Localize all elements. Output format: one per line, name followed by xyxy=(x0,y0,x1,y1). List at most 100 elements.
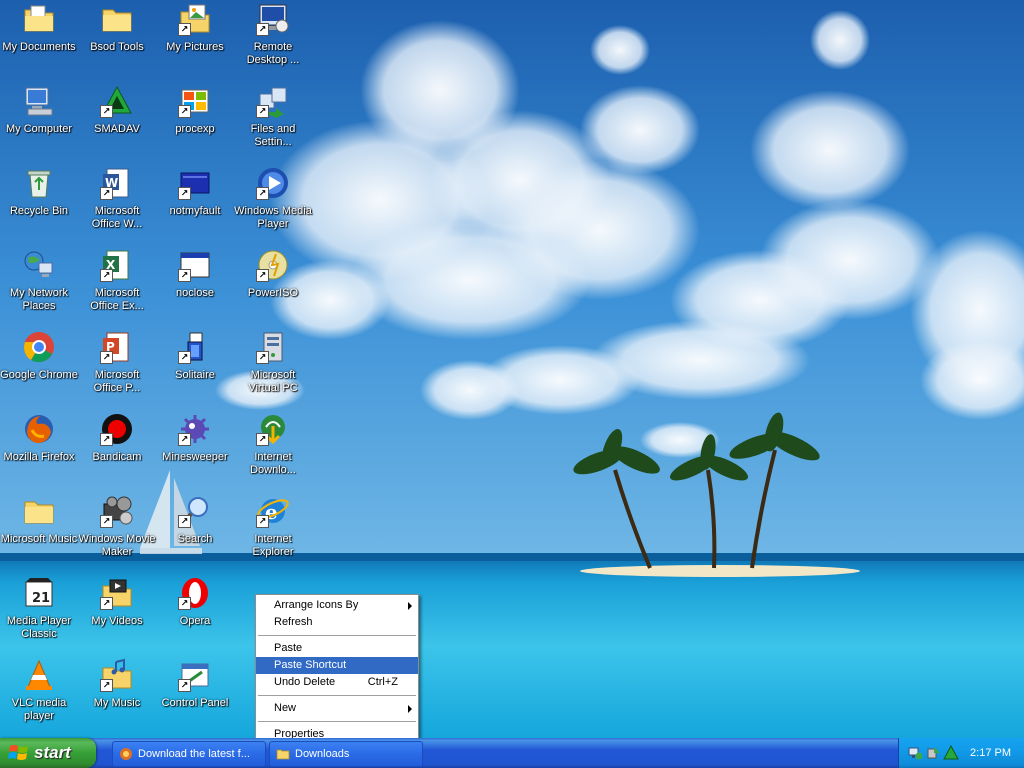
folder-pictures-icon: ↗ xyxy=(178,2,212,36)
desktop-icon-label: My Videos xyxy=(91,615,143,627)
desktop-icon[interactable]: Mozilla Firefox xyxy=(0,410,78,490)
desktop-icon-label: noclose xyxy=(176,287,214,299)
shortcut-arrow-icon: ↗ xyxy=(100,597,113,610)
windows-flag-icon xyxy=(8,745,28,760)
desktop-icon[interactable]: 21 Media Player Classic xyxy=(0,574,78,654)
desktop-icon-label: Mozilla Firefox xyxy=(3,451,75,463)
desktop-icon[interactable]: ↗ Internet Downlo... xyxy=(234,410,312,490)
desktop-icon-label: Search xyxy=(177,533,213,545)
desktop-icon[interactable]: X ↗ Microsoft Office Ex... xyxy=(78,246,156,326)
minesweeper-icon: ↗ xyxy=(178,412,212,446)
smadav-icon: ↗ xyxy=(100,84,134,118)
menu-item-label: Properties xyxy=(274,728,325,738)
taskbar-button-downloads[interactable]: Downloads xyxy=(269,741,423,767)
shortcut-arrow-icon: ↗ xyxy=(178,187,191,200)
clock[interactable]: 2:17 PM xyxy=(970,747,1011,759)
desktop-icon[interactable]: ↗ Minesweeper xyxy=(156,410,234,490)
desktop-icon-label: Bsod Tools xyxy=(90,41,144,53)
desktop-icon-label: SMADAV xyxy=(94,123,140,135)
ie-icon: e ↗ xyxy=(256,494,290,528)
desktop-icon-label: Solitaire xyxy=(175,369,215,381)
computer-icon xyxy=(22,84,56,118)
desktop-icon-label: Internet Explorer xyxy=(252,533,294,558)
menu-item-label: Arrange Icons By xyxy=(274,599,359,611)
desktop-icon-label: Microsoft Music xyxy=(0,533,78,545)
shortcut-arrow-icon: ↗ xyxy=(256,515,269,528)
desktop-icon[interactable]: ↗ SMADAV xyxy=(78,82,156,162)
desktop-icon[interactable]: ↗ procexp xyxy=(156,82,234,162)
desktop-icon[interactable]: ↗ Windows Media Player xyxy=(234,164,312,244)
desktop-icon[interactable]: My Documents xyxy=(0,0,78,80)
start-label: start xyxy=(34,743,71,762)
desktop-icon[interactable]: ↗ Search xyxy=(156,492,234,572)
network-places-icon xyxy=(22,248,56,282)
desktop-icon[interactable]: Google Chrome xyxy=(0,328,78,408)
menu-item-arrange-icons-by[interactable]: Arrange Icons By xyxy=(256,597,418,614)
powerpoint-icon: P ↗ xyxy=(100,330,134,364)
firefox-icon xyxy=(22,412,56,446)
desktop-icon[interactable]: ↗ My Videos xyxy=(78,574,156,654)
desktop-icon[interactable]: e ↗ Internet Explorer xyxy=(234,492,312,572)
desktop-icon[interactable]: My Network Places xyxy=(0,246,78,326)
start-button[interactable]: start xyxy=(0,738,96,768)
desktop-icon[interactable]: ↗ Bandicam xyxy=(78,410,156,490)
desktop-icon[interactable]: ↗ Windows Movie Maker xyxy=(78,492,156,572)
shortcut-arrow-icon: ↗ xyxy=(100,515,113,528)
desktop[interactable]: My Documents My Computer Recycle Bin My Net… xyxy=(0,0,1024,738)
desktop-icon[interactable]: My Computer xyxy=(0,82,78,162)
desktop-icon[interactable]: ↗ Opera xyxy=(156,574,234,654)
desktop-icon[interactable]: Microsoft Music xyxy=(0,492,78,572)
desktop-icon[interactable]: ↗ My Pictures xyxy=(156,0,234,80)
desktop-icon-label: Media Player Classic xyxy=(6,615,72,640)
safely-remove-icon[interactable] xyxy=(925,745,941,761)
shortcut-arrow-icon: ↗ xyxy=(178,515,191,528)
shortcut-arrow-icon: ↗ xyxy=(178,23,191,36)
desktop-context-menu: Arrange Icons By Refresh Paste Paste Shortc… xyxy=(255,594,419,738)
shortcut-arrow-icon: ↗ xyxy=(178,433,191,446)
vlc-icon xyxy=(22,658,56,692)
desktop-icon-label: Microsoft Office W... xyxy=(91,205,143,230)
menu-item-paste[interactable]: Paste xyxy=(256,640,418,657)
desktop-icon-label: procexp xyxy=(175,123,215,135)
mpc-icon: 21 xyxy=(22,576,56,610)
shortcut-arrow-icon: ↗ xyxy=(178,105,191,118)
solitaire-icon: ↗ xyxy=(178,330,212,364)
desktop-icon-label: PowerISO xyxy=(247,287,299,299)
idm-icon: ↗ xyxy=(256,412,290,446)
desktop-icon[interactable]: ↗ Solitaire xyxy=(156,328,234,408)
desktop-icon[interactable]: Bsod Tools xyxy=(78,0,156,80)
menu-item-undo-delete[interactable]: Undo Delete Ctrl+Z xyxy=(256,674,418,691)
search-icon: ↗ xyxy=(178,494,212,528)
smadav-tray-icon[interactable] xyxy=(943,745,959,761)
desktop-icon[interactable]: ↗ Files and Settin... xyxy=(234,82,312,162)
desktop-icon[interactable]: ↗ Microsoft Virtual PC xyxy=(234,328,312,408)
menu-item-properties[interactable]: Properties xyxy=(256,726,418,738)
desktop-icon[interactable]: ↗ notmyfault xyxy=(156,164,234,244)
shortcut-arrow-icon: ↗ xyxy=(256,351,269,364)
media-player-icon: ↗ xyxy=(256,166,290,200)
desktop-icon[interactable]: Recycle Bin xyxy=(0,164,78,244)
desktop-icon[interactable]: ↗ Control Panel xyxy=(156,656,234,736)
desktop-icon[interactable]: ↗ My Music xyxy=(78,656,156,736)
desktop-icon[interactable]: ↗ Remote Desktop ... xyxy=(234,0,312,80)
shortcut-arrow-icon: ↗ xyxy=(100,351,113,364)
desktop-icon-label: My Computer xyxy=(5,123,73,135)
menu-separator xyxy=(258,635,416,636)
desktop-icon-label: VLC media player xyxy=(11,697,67,722)
menu-item-new[interactable]: New xyxy=(256,700,418,717)
desktop-icon[interactable]: P ↗ Microsoft Office P... xyxy=(78,328,156,408)
taskbar-button-browser[interactable]: Download the latest f... xyxy=(112,741,266,767)
menu-item-paste-shortcut[interactable]: Paste Shortcut xyxy=(256,657,418,674)
desktop-icon[interactable]: ↗ PowerISO xyxy=(234,246,312,326)
app-window-icon: ↗ xyxy=(178,248,212,282)
control-panel-icon: ↗ xyxy=(178,658,212,692)
network-icon[interactable] xyxy=(907,745,923,761)
desktop-icon-label: Internet Downlo... xyxy=(250,451,296,476)
desktop-icon[interactable]: W ↗ Microsoft Office W... xyxy=(78,164,156,244)
menu-item-refresh[interactable]: Refresh xyxy=(256,614,418,631)
shortcut-arrow-icon: ↗ xyxy=(178,269,191,282)
desktop-icon[interactable]: VLC media player xyxy=(0,656,78,736)
desktop-icon-label: Microsoft Office P... xyxy=(93,369,141,394)
recycle-bin-icon xyxy=(22,166,56,200)
desktop-icon[interactable]: ↗ noclose xyxy=(156,246,234,326)
